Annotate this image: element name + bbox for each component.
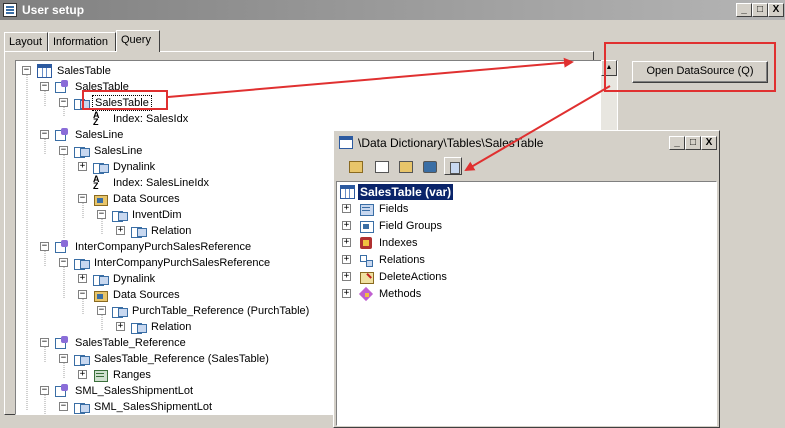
annotation-arrow: [464, 85, 611, 172]
tab-query[interactable]: Query: [116, 30, 160, 52]
annotation-arrows: [167, 57, 611, 172]
annotation-arrow: [167, 57, 574, 98]
